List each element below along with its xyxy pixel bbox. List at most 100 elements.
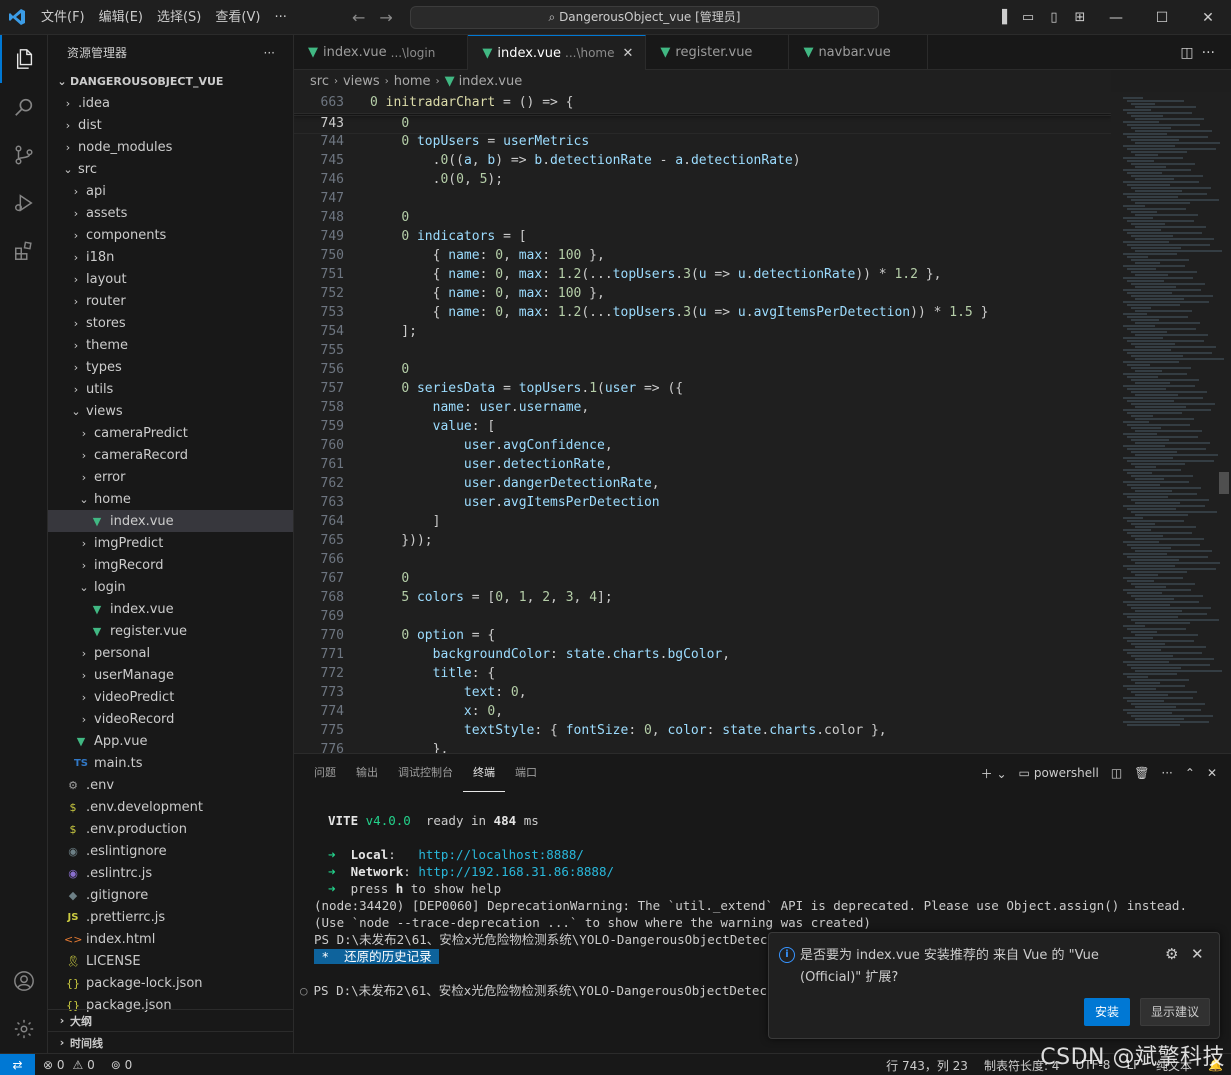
forward-arrow-icon[interactable]: →: [379, 8, 392, 27]
menu-view[interactable]: 查看(V): [208, 0, 267, 35]
code-line[interactable]: 745 .0((a, b) => b.detectionRate - a.de…: [294, 153, 1111, 172]
minimap[interactable]: [1111, 92, 1231, 753]
code-line[interactable]: 762 user.dangerDetectionRate,: [294, 476, 1111, 495]
code-line[interactable]: 757 0 seriesData = topUsers.1(user => …: [294, 381, 1111, 400]
file-item[interactable]: ▼ index.vue: [48, 598, 293, 620]
code-line[interactable]: 763 user.avgItemsPerDetection: [294, 495, 1111, 514]
editor-tab[interactable]: ▼ index.vue ...\login: [294, 35, 468, 70]
breadcrumb-views[interactable]: views: [343, 74, 380, 89]
account-icon[interactable]: [0, 957, 48, 1005]
file-item[interactable]: 🎗 LICENSE: [48, 950, 293, 972]
customize-layout-icon[interactable]: ⊞: [1067, 0, 1093, 35]
toggle-secondary-sidebar-icon[interactable]: ▯: [1041, 0, 1067, 35]
trash-icon[interactable]: 🗑: [1134, 766, 1149, 780]
editor-tab[interactable]: ▼ register.vue: [646, 35, 789, 70]
split-editor-icon[interactable]: ◫: [1180, 45, 1193, 61]
folder-item[interactable]: › imgPredict: [48, 532, 293, 554]
folder-item[interactable]: › videoRecord: [48, 708, 293, 730]
extensions-icon[interactable]: [0, 227, 48, 275]
code-line[interactable]: 773 text: 0,: [294, 685, 1111, 704]
panel-tab[interactable]: 输出: [346, 754, 388, 792]
code-line[interactable]: 756 0: [294, 362, 1111, 381]
code-line[interactable]: 771 backgroundColor: state.charts.bgColo…: [294, 647, 1111, 666]
problems-errors[interactable]: ⊗ 0: [35, 1058, 73, 1072]
maximize-icon[interactable]: ☐: [1139, 0, 1185, 35]
folder-item[interactable]: › router: [48, 290, 293, 312]
code-line[interactable]: 764 ]: [294, 514, 1111, 533]
folder-item[interactable]: › assets: [48, 202, 293, 224]
file-item[interactable]: ▼ index.vue: [48, 510, 293, 532]
code-line[interactable]: 761 user.detectionRate,: [294, 457, 1111, 476]
code-line[interactable]: 775 textStyle: { fontSize: 0, color: st…: [294, 723, 1111, 742]
folder-item[interactable]: › imgRecord: [48, 554, 293, 576]
folder-item[interactable]: › theme: [48, 334, 293, 356]
install-button[interactable]: 安装: [1084, 998, 1130, 1026]
file-item[interactable]: JS .prettierrc.js: [48, 906, 293, 928]
code-line[interactable]: 759 value: [: [294, 419, 1111, 438]
panel-tab[interactable]: 调试控制台: [388, 754, 463, 792]
problems-warnings[interactable]: ⚠ 0: [73, 1058, 103, 1072]
search-icon[interactable]: [0, 83, 48, 131]
code-editor[interactable]: 663 0 initradarChart = () => { 743 0 74…: [294, 92, 1111, 753]
back-arrow-icon[interactable]: ←: [352, 8, 365, 27]
folder-item[interactable]: › videoPredict: [48, 686, 293, 708]
folder-item[interactable]: › stores: [48, 312, 293, 334]
code-line[interactable]: 766: [294, 552, 1111, 571]
code-line[interactable]: 747: [294, 191, 1111, 210]
breadcrumb-src[interactable]: src: [310, 74, 329, 89]
close-window-icon[interactable]: ✕: [1185, 0, 1231, 35]
remote-indicator-icon[interactable]: ⇄: [0, 1054, 35, 1075]
folder-item[interactable]: › api: [48, 180, 293, 202]
cursor-position[interactable]: 行 743，列 23: [878, 1057, 976, 1074]
folder-item[interactable]: ⌄ login: [48, 576, 293, 598]
panel-tab[interactable]: 端口: [505, 754, 547, 792]
folder-item[interactable]: › layout: [48, 268, 293, 290]
maximize-panel-icon[interactable]: ⌃: [1185, 766, 1195, 780]
code-line[interactable]: 752 { name: 0, max: 100 },: [294, 286, 1111, 305]
folder-item[interactable]: › components: [48, 224, 293, 246]
code-line[interactable]: 768 5 colors = [0, 1, 2, 3, 4];: [294, 590, 1111, 609]
ports-indicator[interactable]: ⊚ 0: [103, 1058, 141, 1072]
file-item[interactable]: ⚙ .env: [48, 774, 293, 796]
folder-item[interactable]: ⌄ views: [48, 400, 293, 422]
code-line[interactable]: 750 { name: 0, max: 100 },: [294, 248, 1111, 267]
code-line[interactable]: 767 0: [294, 571, 1111, 590]
server-url[interactable]: http://localhost:8888/: [418, 847, 584, 862]
code-line[interactable]: 770 0 option = {: [294, 628, 1111, 647]
code-line[interactable]: 751 { name: 0, max: 1.2(...topUsers.3…: [294, 267, 1111, 286]
folder-item[interactable]: › error: [48, 466, 293, 488]
gear-icon[interactable]: ⚙: [1165, 945, 1178, 963]
menu-edit[interactable]: 编辑(E): [92, 0, 150, 35]
run-debug-icon[interactable]: [0, 179, 48, 227]
toggle-sidebar-icon[interactable]: ▐: [989, 0, 1015, 35]
code-line[interactable]: 749 0 indicators = [: [294, 229, 1111, 248]
folder-item[interactable]: › userManage: [48, 664, 293, 686]
folder-item[interactable]: › cameraRecord: [48, 444, 293, 466]
close-panel-icon[interactable]: ✕: [1207, 766, 1217, 780]
code-line[interactable]: 758 name: user.username,: [294, 400, 1111, 419]
settings-gear-icon[interactable]: [0, 1005, 48, 1053]
code-line[interactable]: 776 },: [294, 742, 1111, 753]
menu-more[interactable]: ···: [267, 0, 293, 35]
file-item[interactable]: $ .env.development: [48, 796, 293, 818]
more-actions-icon[interactable]: ···: [1202, 45, 1215, 61]
code-line[interactable]: 744 0 topUsers = userMetrics: [294, 134, 1111, 153]
editor-tab[interactable]: ▼ index.vue ...\home ✕: [468, 35, 646, 70]
code-line[interactable]: 772 title: {: [294, 666, 1111, 685]
folder-item[interactable]: › .idea: [48, 92, 293, 114]
code-line[interactable]: 760 user.avgConfidence,: [294, 438, 1111, 457]
folder-item[interactable]: › personal: [48, 642, 293, 664]
scrollbar-thumb[interactable]: [1219, 472, 1229, 494]
minimize-icon[interactable]: —: [1093, 0, 1139, 35]
folder-item[interactable]: › types: [48, 356, 293, 378]
more-actions-icon[interactable]: ···: [1161, 766, 1172, 780]
code-line[interactable]: 743 0: [294, 115, 1111, 134]
terminal-shell-label[interactable]: powershell: [1034, 766, 1099, 780]
breadcrumb-file[interactable]: index.vue: [459, 74, 523, 89]
code-line[interactable]: 774 x: 0,: [294, 704, 1111, 723]
file-item[interactable]: ◉ .eslintrc.js: [48, 862, 293, 884]
source-control-icon[interactable]: [0, 131, 48, 179]
folder-item[interactable]: › dist: [48, 114, 293, 136]
code-line[interactable]: 769: [294, 609, 1111, 628]
file-item[interactable]: ▼ App.vue: [48, 730, 293, 752]
